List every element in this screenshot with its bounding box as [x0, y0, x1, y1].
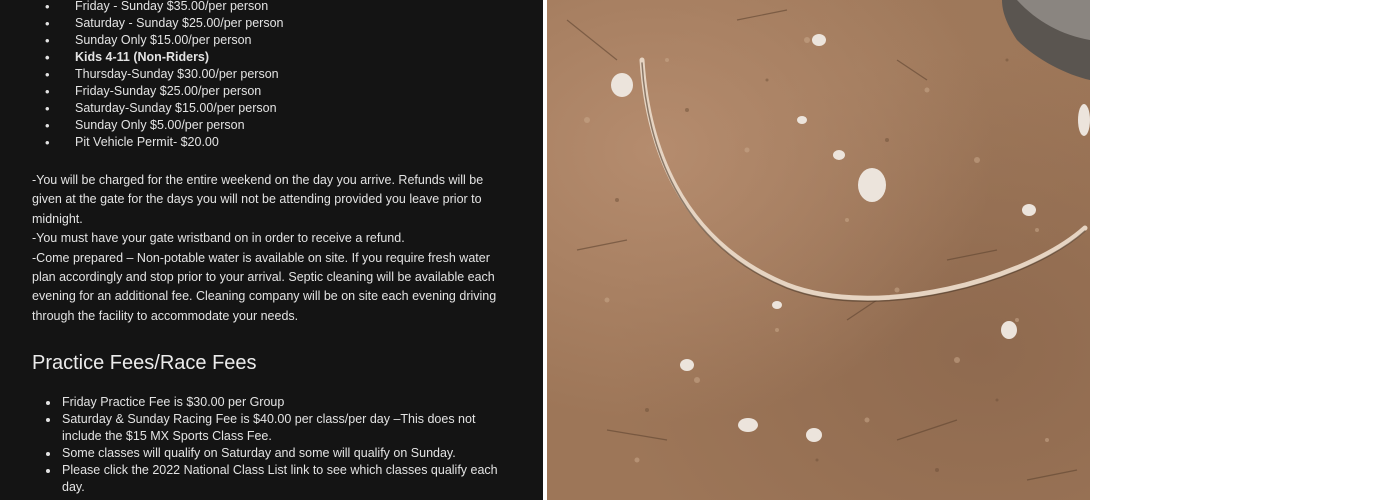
note-paragraph: -Come prepared – Non-potable water is av…: [32, 250, 497, 323]
dirt-ground-with-stick-icon: [566, 0, 1090, 481]
dirt-ground-photo: [547, 0, 1090, 500]
list-item: Please click the 2022 National Class Lis…: [46, 462, 512, 496]
info-panel: Friday - Sunday $35.00/per person Saturd…: [0, 0, 543, 500]
section-heading: Practice Fees/Race Fees: [32, 352, 257, 374]
list-item: Some classes will qualify on Saturday an…: [46, 445, 512, 462]
list-item: Saturday - Sunday $25.00/per person: [0, 15, 283, 32]
list-item: Kids 4-11 (Non-Riders): [0, 49, 283, 66]
note-paragraph: -You will be charged for the entire week…: [32, 173, 484, 226]
race-fees-list: Friday Practice Fee is $30.00 per Group …: [46, 394, 512, 496]
admission-price-list: Friday - Sunday $35.00/per person Saturd…: [0, 0, 283, 151]
list-item: Sunday Only $5.00/per person: [0, 117, 283, 134]
list-item: Saturday-Sunday $15.00/per person: [0, 100, 283, 117]
list-item: Pit Vehicle Permit- $20.00: [0, 134, 283, 151]
list-item: Friday Practice Fee is $30.00 per Group: [46, 394, 512, 411]
list-item: Saturday & Sunday Racing Fee is $40.00 p…: [46, 411, 512, 445]
list-item: Friday-Sunday $25.00/per person: [0, 83, 283, 100]
list-item: Sunday Only $15.00/per person: [0, 32, 283, 49]
list-item: Thursday-Sunday $30.00/per person: [0, 66, 283, 83]
list-item: Friday - Sunday $35.00/per person: [0, 0, 283, 15]
arrival-notes: -You will be charged for the entire week…: [32, 171, 512, 326]
note-paragraph: -You must have your gate wristband on in…: [32, 231, 405, 246]
